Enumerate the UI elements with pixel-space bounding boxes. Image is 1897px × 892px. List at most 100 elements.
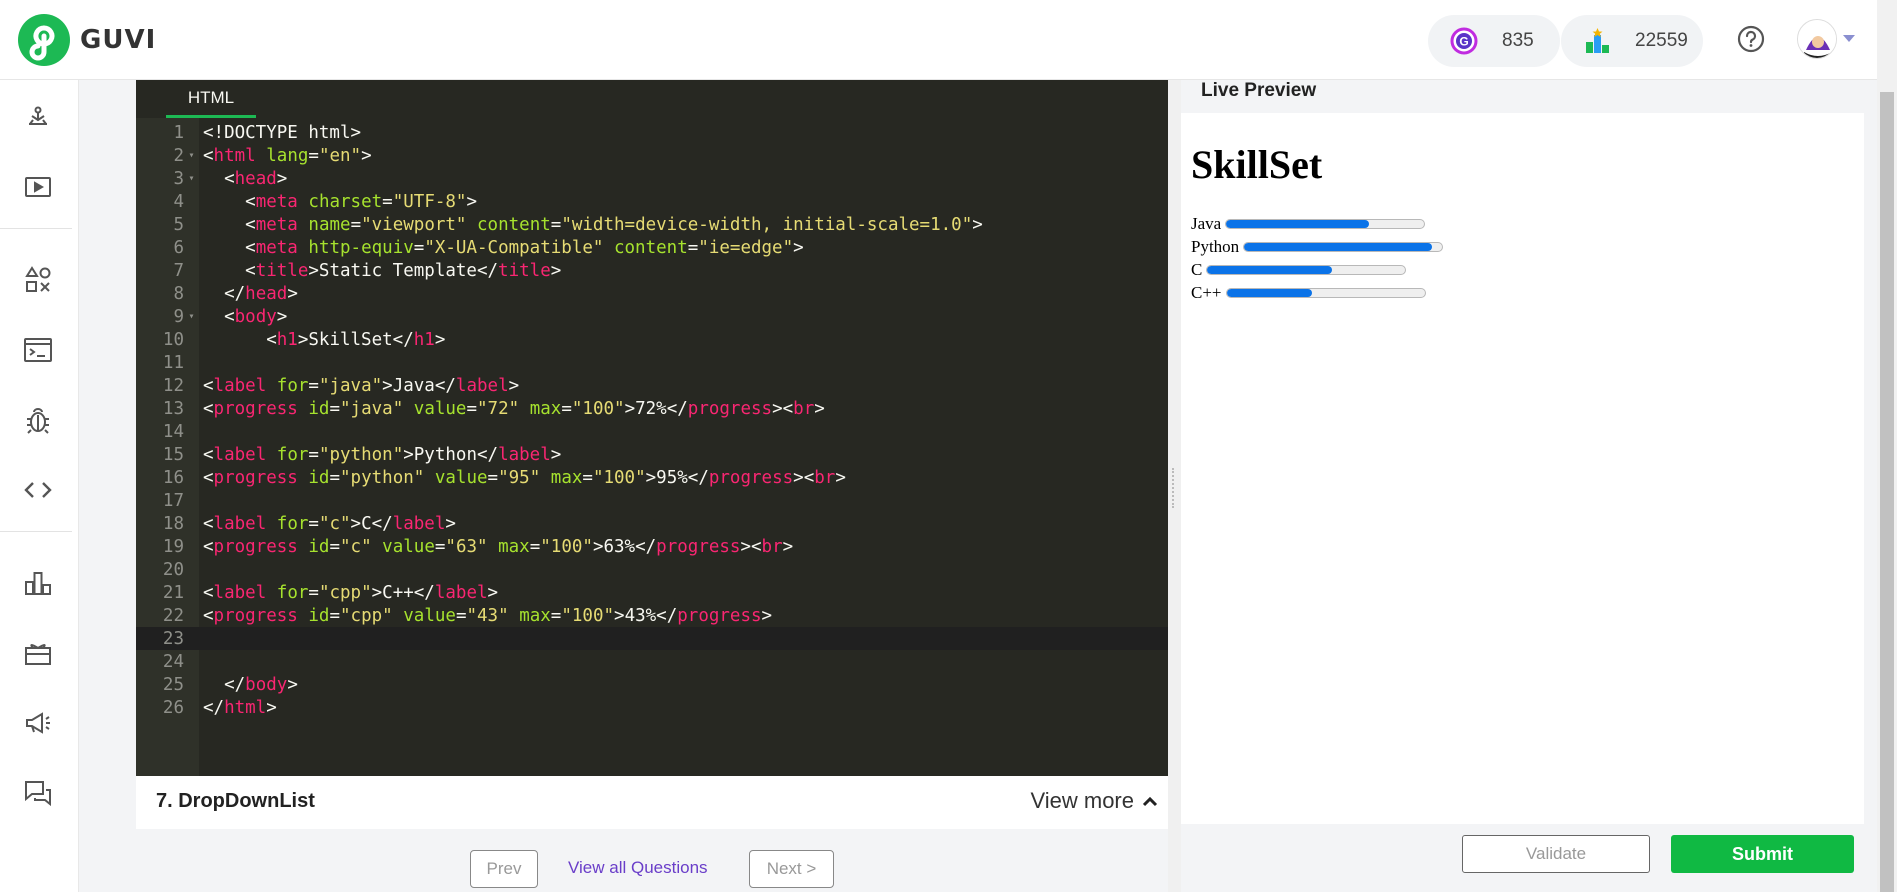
code-line: 6 <meta http-equiv="X-UA-Compatible" con… <box>173 237 804 258</box>
code-line: 14 <box>162 421 184 442</box>
code-line: 15 <label for="python">Python</label> <box>162 444 562 465</box>
code-line: 7 <title>Static Template</title> <box>173 260 562 281</box>
guvi-logo-icon <box>18 14 70 66</box>
code-line: 8 </head> <box>173 283 298 304</box>
skill-progress-bar <box>1225 219 1426 229</box>
skill-label: C++ <box>1191 283 1222 302</box>
brand-name: GUVI <box>80 25 157 55</box>
skill-label: Python <box>1191 237 1240 256</box>
sidebar-item-rewards[interactable] <box>10 631 66 675</box>
code-line: 24 <box>162 651 184 672</box>
code-line: 19 <progress id="c" value="63" max="100">… <box>162 536 794 557</box>
code-line: 5 <meta name="viewport" content="width=d… <box>173 214 983 235</box>
skill-progress-bar <box>1225 288 1426 298</box>
skill-progress-bar <box>1243 242 1444 252</box>
user-avatar[interactable] <box>1797 19 1837 59</box>
skill-row: C++ <box>1191 283 1426 303</box>
preview-header: Live Preview <box>1181 80 1864 113</box>
shapes-icon <box>25 266 51 292</box>
bug-icon <box>27 408 49 434</box>
guvi-logo[interactable]: GUVI <box>18 14 156 66</box>
code-line: 13 <progress id="java" value="72" max="10… <box>162 398 825 419</box>
leaderboard-rank-icon <box>1583 27 1611 55</box>
sidebar-divider <box>0 531 72 532</box>
preview-title: Live Preview <box>1201 80 1317 101</box>
submit-button[interactable]: Submit <box>1671 835 1854 873</box>
geekoin-icon: G <box>1450 27 1478 55</box>
announcement-icon <box>26 712 50 734</box>
sidebar-item-code[interactable] <box>10 468 66 512</box>
rank-count: 22559 <box>1635 30 1688 51</box>
sidebar-item-compiler[interactable] <box>10 328 66 372</box>
code-editor[interactable]: HTML 1 <!DOCTYPE html> 2 ▾ <html lang="en">… <box>136 80 1168 776</box>
code-line: 26 </html> <box>162 697 277 718</box>
code-line: 12 <label for="java">Java</label> <box>162 375 520 396</box>
sidebar-item-practice[interactable] <box>10 258 66 302</box>
code-line: 20 <box>162 559 184 580</box>
svg-text:G: G <box>1459 35 1468 49</box>
skill-row: C <box>1191 260 1407 280</box>
chevron-up-icon <box>1142 796 1158 807</box>
help-icon[interactable] <box>1736 24 1766 54</box>
code-line: 1 <!DOCTYPE html> <box>173 122 362 143</box>
page-scrollbar[interactable] <box>1877 0 1897 892</box>
skill-row: Python <box>1191 237 1444 257</box>
view-all-questions-link[interactable]: View all Questions <box>568 858 708 878</box>
preview-heading: SkillSet <box>1191 142 1323 187</box>
code-icon <box>24 482 52 498</box>
rank-badge[interactable]: 22559 <box>1561 15 1703 67</box>
view-more-label: View more <box>1030 788 1134 813</box>
editor-tabs: HTML <box>136 80 1168 118</box>
sidebar-item-forum[interactable] <box>10 771 66 815</box>
code-line: 4 <meta charset="UTF-8"> <box>173 191 478 212</box>
tab-html[interactable]: HTML <box>166 80 256 118</box>
top-bar: GUVI G 835 22559 <box>0 0 1877 80</box>
next-button[interactable]: Next > <box>749 850 834 888</box>
geekoins-count: 835 <box>1502 30 1534 51</box>
pane-resizer[interactable] <box>1168 80 1181 892</box>
terminal-icon <box>24 338 52 362</box>
ide-icon <box>29 106 47 125</box>
videos-icon <box>25 177 51 197</box>
code-line: 22 <progress id="cpp" value="43" max="100… <box>162 605 773 626</box>
forum-icon <box>25 781 51 807</box>
code-line: 18 <label for="c">C</label> <box>162 513 456 534</box>
prev-button[interactable]: Prev <box>470 850 538 888</box>
skill-progress-fill <box>1207 266 1333 274</box>
code-lines[interactable]: 1 <!DOCTYPE html> 2 ▾ <html lang="en"> 3 ▾ <… <box>136 121 1168 719</box>
sidebar-item-leaderboard[interactable] <box>10 561 66 605</box>
question-bar: 7. DropDownList View more <box>136 776 1168 829</box>
sidebar-item-debug[interactable] <box>10 398 66 442</box>
skill-progress-fill <box>1226 220 1369 228</box>
chevron-down-icon[interactable] <box>1843 35 1855 42</box>
code-line: 10 <h1>SkillSet</h1> <box>162 329 446 350</box>
skill-progress-fill <box>1226 289 1312 297</box>
code-line: 21 <label for="cpp">C++</label> <box>162 582 499 603</box>
sidebar-item-announcements[interactable] <box>10 701 66 745</box>
live-preview: SkillSet Java Python C C++ <box>1181 113 1864 824</box>
sidebar-item-videos[interactable] <box>10 165 66 209</box>
scrollbar-thumb[interactable] <box>1880 92 1894 892</box>
skill-label: C <box>1191 260 1203 279</box>
geekoins-badge[interactable]: G 835 <box>1428 15 1560 67</box>
code-line: 25 </body> <box>162 674 298 695</box>
leaderboard-icon <box>25 572 51 595</box>
drag-handle-icon <box>1172 468 1176 508</box>
sidebar-item-ide[interactable] <box>10 95 66 139</box>
code-line: 2 ▾ <html lang="en"> <box>173 145 372 166</box>
skill-label: Java <box>1191 214 1222 233</box>
gift-icon <box>25 644 51 665</box>
code-line: 11 <box>162 352 184 373</box>
skill-progress-bar <box>1206 265 1407 275</box>
skill-row: Java <box>1191 214 1426 234</box>
sidebar-divider <box>0 228 72 229</box>
validate-button[interactable]: Validate <box>1462 835 1650 873</box>
code-line: 3 ▾ <head> <box>173 168 288 189</box>
code-line: 9 ▾ <body> <box>173 306 288 327</box>
question-title: 7. DropDownList <box>156 790 315 812</box>
view-more-button[interactable]: View more <box>1030 788 1158 814</box>
sidebar <box>0 80 79 892</box>
code-line: 16 <progress id="python" value="95" max="… <box>162 467 846 488</box>
skill-progress-fill <box>1244 243 1433 251</box>
code-line-active: 23 <box>136 627 1168 650</box>
